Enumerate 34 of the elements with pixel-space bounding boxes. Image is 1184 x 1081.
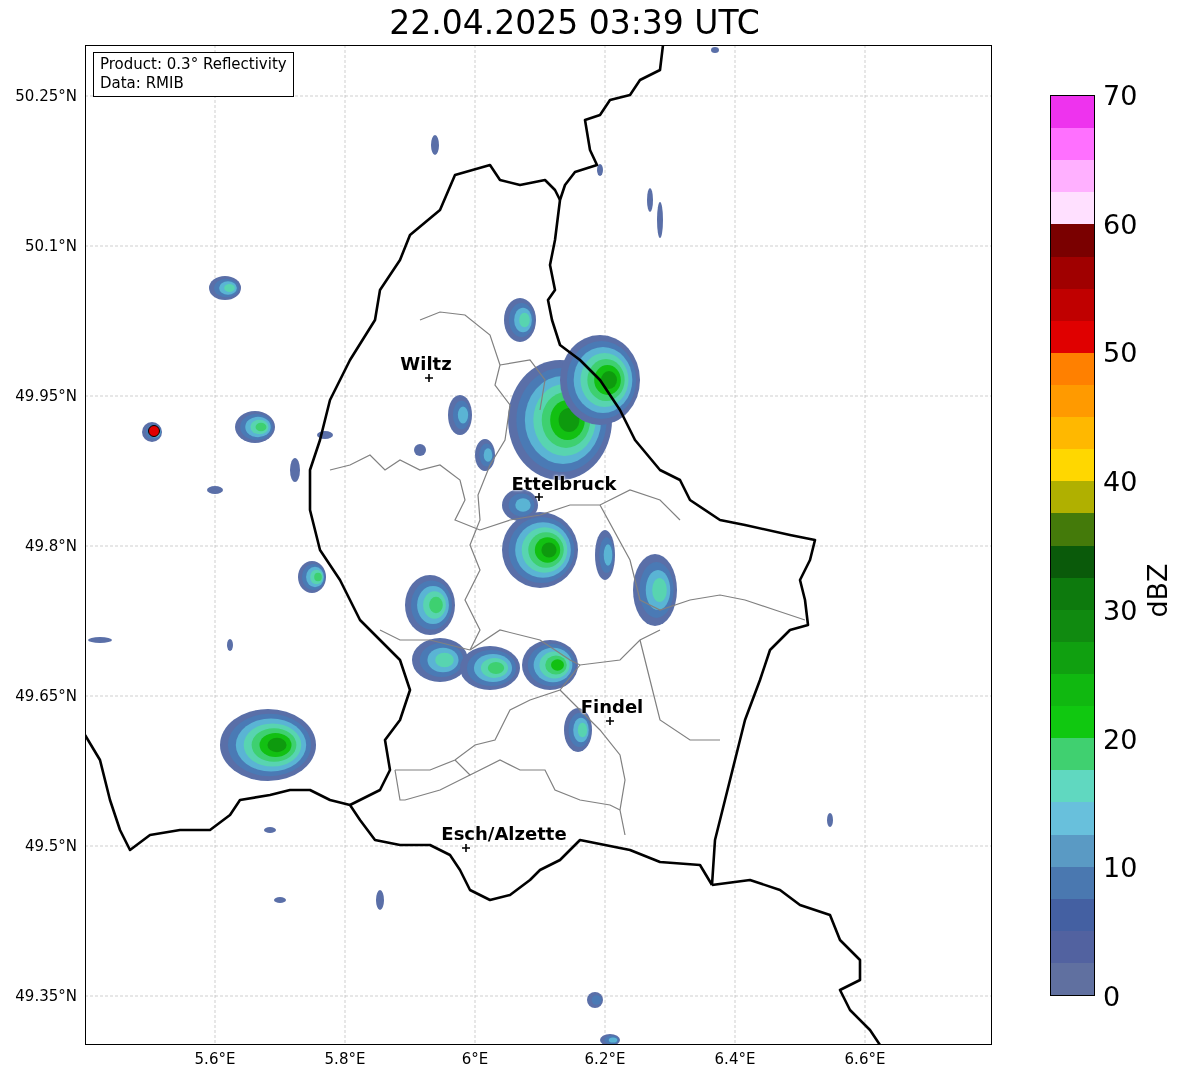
city-label: Findel: [580, 695, 644, 717]
axis-tick-label: 49.65°N: [15, 687, 77, 705]
axis-tick-label: 5.6°E: [194, 1050, 236, 1068]
city-marker-icon: [461, 843, 471, 853]
colorbar-tick-label: 10: [1103, 851, 1138, 883]
axis-tick-label: 6.2°E: [584, 1050, 626, 1068]
axis-tick-label: 49.95°N: [15, 387, 77, 405]
city-label: Ettelbruck: [511, 472, 617, 494]
colorbar-tick-label: 0: [1103, 980, 1121, 1012]
colorbar-tick-label: 40: [1103, 465, 1138, 497]
city-marker-icon: [605, 716, 615, 726]
city-marker-icon: [534, 492, 544, 502]
city-label: Esch/Alzette: [441, 822, 567, 844]
radar-site-marker: [148, 425, 160, 437]
axis-tick-label: 6°E: [461, 1050, 489, 1068]
axis-tick-label: 50.1°N: [24, 237, 77, 255]
axis-tick-label: 49.5°N: [24, 837, 77, 855]
colorbar-tick-label: 30: [1103, 594, 1138, 626]
colorbar-label: dBZ: [1141, 562, 1173, 618]
legend-text: Product: 0.3° Reflectivity: [100, 55, 287, 74]
axis-tick-label: 6.4°E: [714, 1050, 756, 1068]
colorbar-tick-label: 60: [1103, 208, 1138, 240]
city-marker-icon: [424, 373, 434, 383]
colorbar-tick-label: 50: [1103, 336, 1138, 368]
axis-tick-label: 49.8°N: [24, 537, 77, 555]
legend-text: Data: RMIB: [100, 74, 185, 93]
colorbar-tick-label: 70: [1103, 79, 1138, 111]
axis-tick-label: 6.6°E: [844, 1050, 886, 1068]
axis-tick-label: 50.25°N: [15, 87, 77, 105]
axis-tick-label: 49.35°N: [15, 987, 77, 1005]
colorbar-tick-label: 20: [1103, 723, 1138, 755]
axis-tick-label: 5.8°E: [324, 1050, 366, 1068]
chart-title: 22.04.2025 03:39 UTC: [389, 2, 760, 44]
city-label: Wiltz: [400, 352, 452, 374]
